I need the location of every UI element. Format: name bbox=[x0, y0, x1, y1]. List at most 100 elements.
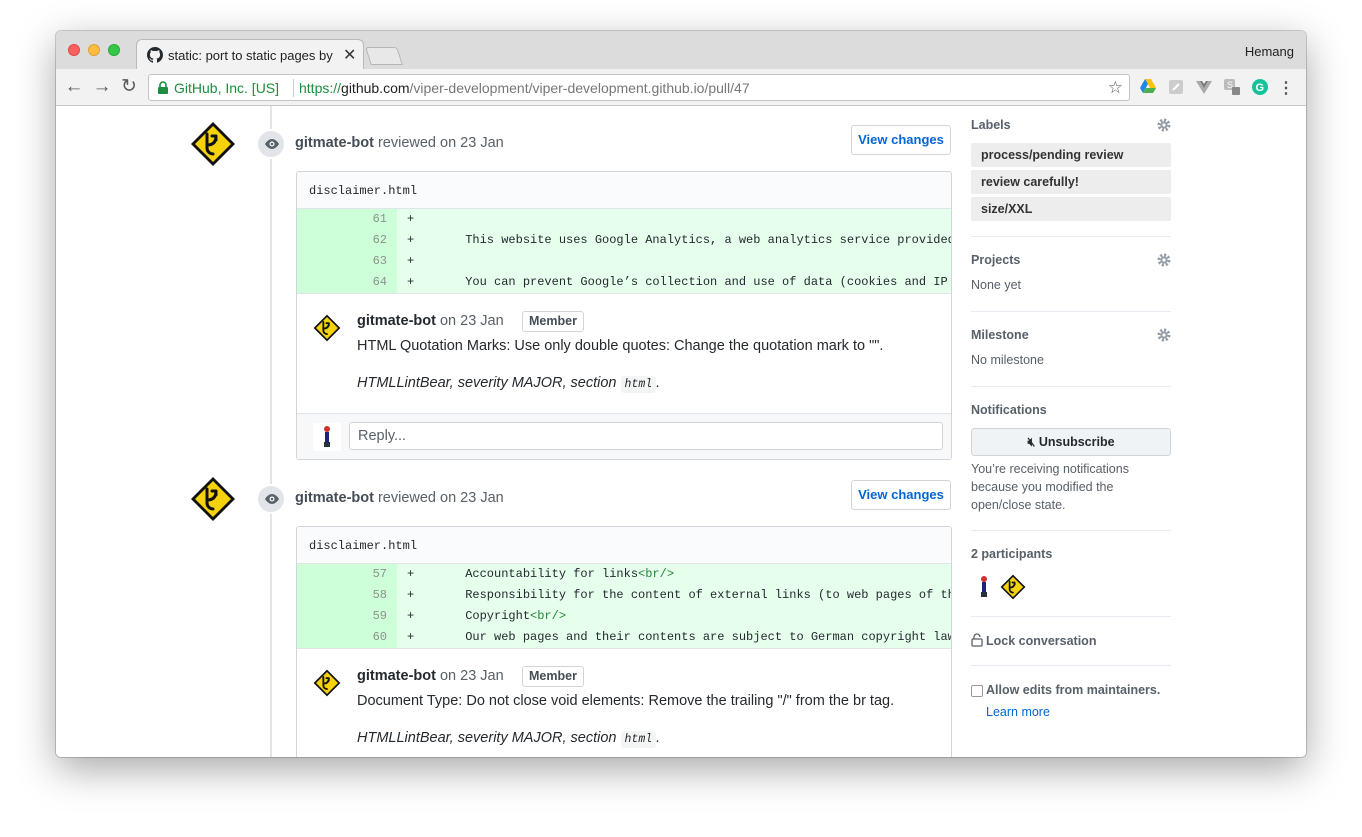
code-text: Accountability for links bbox=[465, 567, 639, 581]
diff-line: 57 + Accountability for links<br/> bbox=[297, 564, 951, 585]
participant-avatar[interactable] bbox=[971, 574, 997, 600]
comment-author[interactable]: gitmate-bot bbox=[357, 668, 436, 684]
label-pill[interactable]: size/XXL bbox=[971, 197, 1171, 221]
line-number[interactable]: 62 bbox=[297, 230, 397, 251]
comment-body: HTML Quotation Marks: Use only double qu… bbox=[357, 338, 884, 354]
gear-icon[interactable] bbox=[1157, 118, 1171, 132]
label-pill[interactable]: process/pending review bbox=[971, 143, 1171, 167]
view-changes-button[interactable]: View changes bbox=[851, 125, 951, 155]
milestone-section: Milestone No milestone bbox=[971, 328, 1171, 369]
forward-icon[interactable]: → bbox=[92, 77, 112, 97]
participants-section: 2 participants bbox=[971, 547, 1171, 561]
sidebar-divider bbox=[971, 530, 1171, 531]
zoom-window-button[interactable] bbox=[108, 44, 120, 56]
comment-header: gitmate-bot on 23 Jan bbox=[357, 313, 504, 329]
review-author[interactable]: gitmate-bot bbox=[295, 135, 374, 151]
minimize-window-button[interactable] bbox=[88, 44, 100, 56]
close-window-button[interactable] bbox=[68, 44, 80, 56]
gitmate-bot-avatar[interactable] bbox=[190, 476, 236, 522]
user-avatar[interactable] bbox=[313, 423, 341, 451]
file-name[interactable]: disclaimer.html bbox=[297, 527, 951, 564]
tab-close-icon[interactable]: ✕ bbox=[343, 45, 356, 65]
reply-bar: Reply... bbox=[297, 413, 951, 459]
code-tag: <br/> bbox=[530, 609, 567, 623]
code-text: Responsibility for the content of extern… bbox=[465, 588, 952, 602]
grammarly-icon[interactable]: G bbox=[1251, 78, 1269, 96]
reply-input[interactable]: Reply... bbox=[349, 422, 943, 450]
allow-edits-checkbox[interactable] bbox=[971, 685, 983, 697]
line-number[interactable]: 60 bbox=[297, 627, 397, 648]
gear-icon[interactable] bbox=[1157, 328, 1171, 342]
browser-tab[interactable]: static: port to static pages by ✕ bbox=[136, 39, 364, 69]
address-bar[interactable]: GitHub, Inc. [US] https://github.com/vip… bbox=[148, 74, 1130, 101]
profile-name[interactable]: Hemang bbox=[1245, 44, 1294, 59]
diff-sign: + bbox=[407, 254, 415, 268]
code-tag: <br/> bbox=[638, 567, 675, 581]
milestone-value: No milestone bbox=[971, 353, 1044, 367]
code-text: Our web pages and their contents are sub… bbox=[465, 630, 952, 644]
mute-icon: 🔇︎ bbox=[1027, 435, 1036, 449]
line-number[interactable]: 63 bbox=[297, 251, 397, 272]
sidebar-divider bbox=[971, 665, 1171, 666]
line-number[interactable]: 61 bbox=[297, 209, 397, 230]
line-code: + bbox=[407, 251, 465, 272]
back-icon[interactable]: ← bbox=[64, 77, 84, 97]
milestone-title: Milestone bbox=[971, 328, 1029, 342]
line-number[interactable]: 57 bbox=[297, 564, 397, 585]
sidebar-divider bbox=[971, 616, 1171, 617]
url-path: /viper-development/viper-development.git… bbox=[409, 80, 750, 96]
diff-line: 64 + You can prevent Google’s collection a… bbox=[297, 272, 951, 293]
gitmate-bot-avatar[interactable] bbox=[190, 121, 236, 167]
labels-title: Labels bbox=[971, 118, 1011, 132]
url-text[interactable]: https://github.com/viper-development/vip… bbox=[299, 80, 750, 96]
diff-sign: + bbox=[407, 212, 415, 226]
line-number[interactable]: 64 bbox=[297, 272, 397, 293]
unsubscribe-button[interactable]: 🔇︎ Unsubscribe bbox=[971, 428, 1171, 456]
view-changes-button[interactable]: View changes bbox=[851, 480, 951, 510]
line-number[interactable]: 59 bbox=[297, 606, 397, 627]
comment-header: gitmate-bot on 23 Jan bbox=[357, 668, 504, 684]
sidebar-divider bbox=[971, 311, 1171, 312]
browser-menu-icon[interactable]: ⋮ bbox=[1278, 78, 1294, 98]
review-author[interactable]: gitmate-bot bbox=[295, 490, 374, 506]
meta-code: html bbox=[620, 731, 657, 748]
review-comment: gitmate-bot on 23 Jan Member HTML Quotat… bbox=[297, 293, 951, 413]
file-name[interactable]: disclaimer.html bbox=[297, 172, 951, 209]
allow-edits-label: Allow edits from maintainers. bbox=[986, 683, 1161, 697]
projects-section: Projects None yet bbox=[971, 253, 1171, 294]
reload-icon[interactable]: ↻ bbox=[119, 77, 139, 97]
gear-icon[interactable] bbox=[1157, 253, 1171, 267]
line-code: + Copyright<br/> bbox=[407, 606, 566, 627]
projects-title: Projects bbox=[971, 253, 1021, 267]
shopping-icon[interactable]: S bbox=[1223, 78, 1241, 96]
line-code: + You can prevent Google’s collection and… bbox=[407, 272, 952, 293]
diff-sign: + bbox=[407, 275, 415, 289]
learn-more-link[interactable]: Learn more bbox=[986, 705, 1050, 719]
comment-meta: HTMLLintBear, severity MAJOR, section ht… bbox=[357, 375, 660, 393]
line-code: + Our web pages and their contents are su… bbox=[407, 627, 952, 648]
reader-icon[interactable] bbox=[1167, 78, 1185, 96]
label-pill[interactable]: review carefully! bbox=[971, 170, 1171, 194]
comment-date[interactable]: on 23 Jan bbox=[440, 313, 504, 329]
bookmark-star-icon[interactable]: ☆ bbox=[1108, 78, 1123, 98]
member-badge: Member bbox=[522, 311, 584, 332]
vue-devtools-icon[interactable] bbox=[1195, 78, 1213, 96]
review-comment: gitmate-bot on 23 Jan Member Document Ty… bbox=[297, 648, 951, 757]
url-host: github.com bbox=[341, 80, 410, 96]
participant-avatar[interactable] bbox=[1000, 574, 1026, 600]
unsubscribe-label: Unsubscribe bbox=[1038, 435, 1115, 449]
line-code: + This website uses Google Analytics, a w… bbox=[407, 230, 951, 251]
comment-author[interactable]: gitmate-bot bbox=[357, 313, 436, 329]
new-tab-button[interactable] bbox=[365, 47, 403, 65]
gitmate-bot-avatar[interactable] bbox=[313, 669, 341, 697]
meta-text: HTMLLintBear, severity MAJOR, section bbox=[357, 730, 617, 746]
diff-line: 59 + Copyright<br/> bbox=[297, 606, 951, 627]
line-number[interactable]: 58 bbox=[297, 585, 397, 606]
notifications-reason: You’re receiving notifications because y… bbox=[971, 462, 1129, 512]
gitmate-bot-avatar[interactable] bbox=[313, 314, 341, 342]
google-drive-icon[interactable] bbox=[1139, 78, 1157, 96]
timeline-line bbox=[270, 106, 272, 757]
comment-date[interactable]: on 23 Jan bbox=[440, 668, 504, 684]
code-text: You can prevent Google’s collection and … bbox=[465, 275, 952, 289]
github-icon bbox=[147, 47, 163, 63]
